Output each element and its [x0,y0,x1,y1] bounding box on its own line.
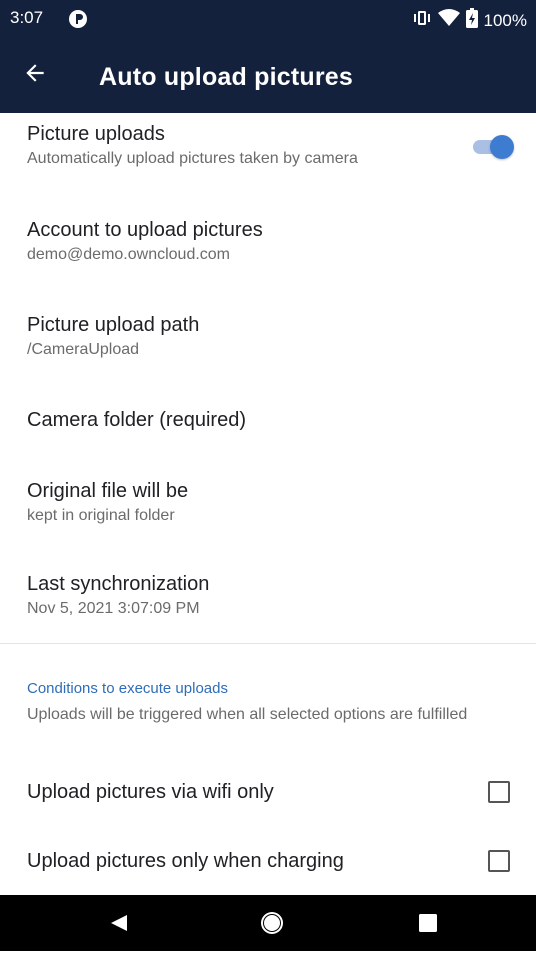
nav-recents-button[interactable] [398,895,458,951]
picture-uploads-setting[interactable]: Picture uploads Automatically upload pic… [27,122,512,169]
charging-only-checkbox[interactable] [488,850,510,872]
picture-uploads-toggle[interactable] [470,135,514,159]
picture-uploads-title: Picture uploads [27,123,165,145]
charging-only-label: Upload pictures only when charging [27,850,344,872]
wifi-only-setting[interactable]: Upload pictures via wifi only [27,773,512,813]
conditions-section-summary: Uploads will be triggered when all selec… [27,706,468,723]
wifi-icon [437,9,460,32]
recents-square-icon [419,914,437,932]
account-setting[interactable]: Account to upload pictures demo@demo.own… [27,218,512,265]
app-bar: Auto upload pictures [0,40,536,113]
camera-folder-setting[interactable]: Camera folder (required) [27,408,512,432]
status-icons: 100% [412,8,527,33]
original-file-summary: kept in original folder [27,507,175,524]
system-nav-bar [0,895,536,951]
back-button[interactable] [22,60,62,94]
account-summary: demo@demo.owncloud.com [27,246,231,263]
page-title: Auto upload pictures [99,63,353,91]
nav-home-button[interactable] [238,895,298,951]
upload-path-summary: /CameraUpload [27,341,140,358]
conditions-section-title: Conditions to execute uploads [27,680,228,697]
home-circle-icon [261,912,283,934]
toggle-thumb [490,135,514,159]
status-bar: 3:07 100% [0,0,536,40]
back-triangle-icon [111,915,127,931]
nav-back-button[interactable] [88,895,148,951]
picture-uploads-summary: Automatically upload pictures taken by c… [27,150,358,167]
wifi-only-checkbox[interactable] [488,781,510,803]
status-time: 3:07 [10,8,44,27]
upload-path-setting[interactable]: Picture upload path /CameraUpload [27,313,512,360]
upload-path-title: Picture upload path [27,314,200,336]
wifi-only-label: Upload pictures via wifi only [27,781,274,803]
battery-percent: 100% [483,10,527,30]
last-sync-setting: Last synchronization Nov 5, 2021 3:07:09… [27,572,512,619]
last-sync-title: Last synchronization [27,573,210,595]
app-notification-icon [68,9,88,34]
camera-folder-title: Camera folder (required) [27,409,246,431]
section-divider [0,643,536,644]
last-sync-summary: Nov 5, 2021 3:07:09 PM [27,600,200,617]
original-file-setting[interactable]: Original file will be kept in original f… [27,479,512,526]
original-file-title: Original file will be [27,480,189,502]
account-title: Account to upload pictures [27,219,263,241]
battery-icon [465,8,478,33]
back-arrow-icon [26,64,44,82]
charging-only-setting[interactable]: Upload pictures only when charging [27,842,512,882]
vibrate-icon [412,9,432,32]
